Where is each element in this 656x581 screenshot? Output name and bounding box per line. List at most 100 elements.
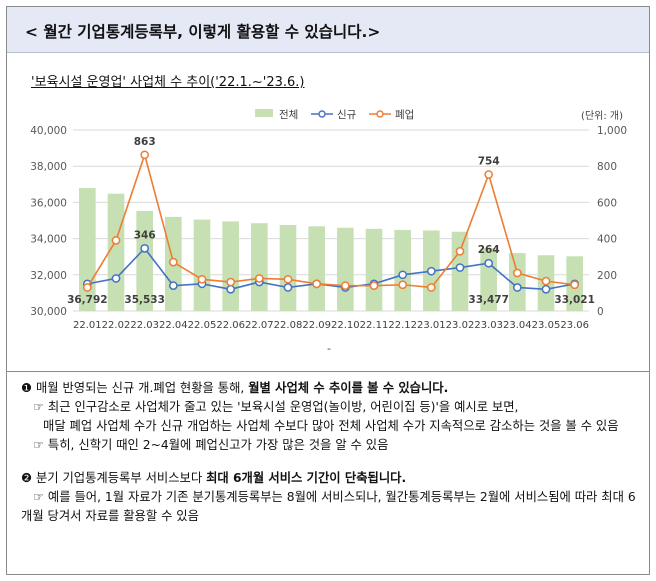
point-폐업 (340, 281, 350, 291)
point-신규 (283, 283, 293, 292)
point-신규 (512, 283, 522, 292)
point-폐업 (398, 280, 408, 290)
bar-total (222, 221, 239, 311)
data-label: 33,021 (554, 294, 595, 306)
point-폐업 (512, 268, 522, 278)
left-axis-tick-label: 40,000 (30, 125, 67, 137)
bar-total (193, 219, 211, 311)
bar-total (365, 228, 383, 311)
x-axis-tick-label: 22.05 (188, 320, 217, 331)
x-axis-tick-label: 23.04 (503, 320, 532, 331)
left-axis-tick-label: 32,000 (30, 270, 67, 282)
point-신규 (541, 284, 551, 294)
section-divider (7, 371, 649, 372)
x-axis-tick-label: 22.12 (388, 320, 417, 331)
x-axis-tick-label: 22.08 (274, 320, 303, 331)
data-label: 36,792 (67, 294, 108, 306)
note-2-emphasis: 최대 6개월 서비스 기간이 단축됩니다. (206, 471, 407, 485)
note-1-bullet: ❶ (21, 381, 33, 395)
x-axis-tick-label: 22.06 (216, 320, 245, 331)
point-폐업 (426, 283, 436, 292)
bar-total (279, 225, 297, 311)
point-폐업 (111, 236, 121, 245)
x-axis-tick-label: 22.01 (73, 320, 102, 331)
bar-total (308, 226, 325, 311)
note-1-line-2: 매달 폐업 사업체 수가 신규 개업하는 사업체 수보다 많아 전체 사업체 수… (43, 419, 619, 433)
point-폐업 (82, 283, 92, 292)
unit-label: (단위: 개) (581, 109, 623, 122)
point-신규 (426, 266, 436, 276)
notes-gap (21, 455, 639, 469)
point-신규 (484, 258, 494, 268)
bar-total (337, 227, 354, 311)
left-axis-tick-label: 38,000 (30, 161, 67, 173)
series-line-신규 (87, 247, 575, 291)
data-label: 863 (134, 136, 156, 148)
note-1-line-1: ☞ 최근 인구감소로 사업체가 줄고 있는 '보육시설 운영업(놀이방, 어린이… (33, 400, 519, 414)
note-2-heading: ❷ 분기 기업통계등록부 서비스보다 최대 6개월 서비스 기간이 단축됩니다. (21, 469, 639, 488)
point-신규 (455, 263, 465, 272)
point-폐업 (168, 257, 178, 267)
x-axis-tick-label: 22.04 (159, 320, 188, 331)
note-1-emphasis: 월별 사업체 수 추이를 볼 수 있습니다. (248, 381, 449, 395)
point-폐업 (283, 274, 293, 284)
legend-label: 전체 (279, 109, 298, 121)
point-신규 (398, 270, 408, 280)
legend-marker-폐업 (376, 110, 384, 118)
x-axis-tick-label: 22.02 (102, 320, 131, 331)
bar-total (251, 223, 268, 311)
left-axis-tick-label: 30,000 (30, 306, 67, 318)
note-2-lead: 분기 기업통계등록부 서비스보다 (32, 471, 207, 485)
point-신규 (226, 284, 236, 294)
point-폐업 (312, 279, 322, 289)
data-label: 33,477 (468, 294, 509, 306)
bar-total (79, 188, 96, 311)
x-axis-tick-label: 23.03 (474, 320, 503, 331)
right-axis-tick-label: 200 (597, 270, 617, 282)
note-1-lead: 매월 반영되는 신규 개.폐업 현황을 통해, (32, 381, 249, 395)
point-신규 (168, 281, 178, 291)
note-1-heading: ❶ 매월 반영되는 신규 개.폐업 현황을 통해, 월별 사업체 수 추이를 볼… (21, 379, 639, 398)
combo-chart: 30,000 32,000 34,000 36,000 38,000 40,000 0 200… (30, 108, 627, 355)
bar-total (107, 193, 125, 311)
x-axis-tick-label: 23.02 (446, 320, 475, 331)
data-label: 264 (478, 244, 500, 256)
x-axis-tick-label: 23.01 (417, 320, 446, 331)
left-axis-tick-label: 34,000 (30, 234, 67, 246)
point-폐업 (570, 280, 580, 290)
legend-swatch-전체 (255, 109, 273, 117)
legend-label: 신규 (337, 109, 357, 121)
x-axis-tick-label: 23.05 (532, 320, 561, 331)
data-label: 346 (134, 229, 156, 241)
legend-label: 폐업 (395, 108, 414, 121)
x-axis-tick-label: 23.06 (560, 320, 589, 331)
right-axis-tick-label: 400 (597, 234, 617, 246)
right-axis-tick-label: 600 (597, 197, 617, 209)
info-panel: < 월간 기업통계등록부, 이렇게 활용할 수 있습니다.> '보육시설 운영업… (6, 6, 650, 575)
legend-marker-신규 (318, 110, 326, 118)
point-폐업 (369, 281, 379, 291)
note-2-line-1: ☞ 예를 들어, 1월 자료가 기존 분기통계등록부는 8월에 서비스되나, 월… (21, 490, 636, 523)
point-폐업 (197, 274, 207, 284)
x-axis-tick-label: 22.10 (331, 320, 360, 331)
point-신규 (140, 244, 150, 253)
data-label: 35,533 (124, 294, 165, 306)
notes-section: ❶ 매월 반영되는 신규 개.폐업 현황을 통해, 월별 사업체 수 추이를 볼… (21, 379, 639, 526)
point-폐업 (541, 276, 551, 286)
left-axis-tick-label: 36,000 (30, 197, 67, 209)
point-폐업 (140, 150, 150, 160)
x-axis-tick-label: 22.03 (130, 320, 159, 331)
point-폐업 (484, 170, 494, 179)
right-axis-tick-label: 0 (597, 306, 604, 318)
data-label: 754 (478, 156, 500, 168)
right-axis-tick-label: 1,000 (597, 125, 627, 137)
note-2-bullet: ❷ (21, 471, 33, 485)
point-신규 (111, 274, 121, 283)
footnote-mark: - (327, 342, 331, 355)
x-axis-tick-label: 22.11 (360, 320, 389, 331)
point-폐업 (455, 246, 465, 256)
x-axis-tick-label: 22.07 (245, 320, 274, 331)
note-1-line-3: ☞ 특히, 신학기 때인 2~4월에 폐업신고가 가장 많은 것을 알 수 있음 (33, 438, 389, 452)
right-axis-tick-label: 800 (597, 161, 617, 173)
x-axis-tick-label: 22.09 (302, 320, 331, 331)
